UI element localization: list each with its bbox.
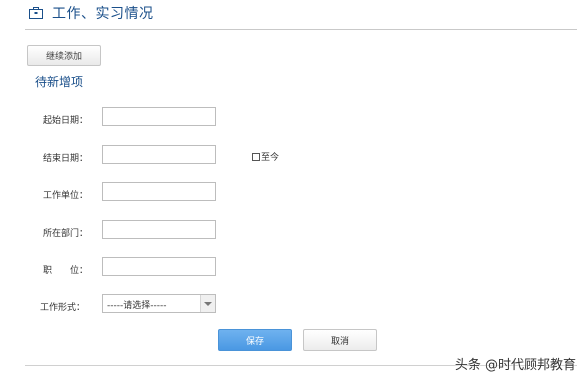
save-button[interactable]: 保存: [218, 329, 292, 351]
position-input[interactable]: [102, 257, 216, 276]
briefcase-icon: [29, 7, 43, 19]
checkbox-box[interactable]: [252, 152, 260, 161]
chevron-down-icon[interactable]: [200, 295, 215, 312]
department-input[interactable]: [102, 220, 216, 239]
cancel-button[interactable]: 取消: [303, 329, 377, 351]
section-title: 待新增项: [35, 75, 84, 89]
section-header: 工作、实习情况: [0, 0, 588, 30]
work-type-label: 工作形式：: [40, 303, 86, 313]
end-date-input[interactable]: [102, 145, 216, 164]
department-label: 所在部门：: [43, 229, 89, 239]
watermark: 头条 @时代顾邦教育: [454, 358, 576, 373]
employer-input[interactable]: [102, 182, 216, 201]
position-label: 职 位：: [43, 266, 89, 276]
start-date-input[interactable]: [102, 107, 216, 126]
work-type-selected: -----请选择-----: [107, 301, 167, 311]
start-date-label: 起始日期：: [43, 116, 89, 126]
end-date-label: 结束日期：: [43, 154, 89, 164]
work-type-select[interactable]: -----请选择-----: [102, 294, 216, 313]
employer-label: 工作单位：: [43, 191, 89, 201]
add-more-button[interactable]: 继续添加: [27, 45, 101, 66]
until-now-checkbox[interactable]: 至今: [252, 150, 279, 163]
page-title: 工作、实习情况: [52, 6, 154, 22]
header-divider: [25, 29, 577, 30]
until-now-label: 至今: [261, 153, 280, 163]
